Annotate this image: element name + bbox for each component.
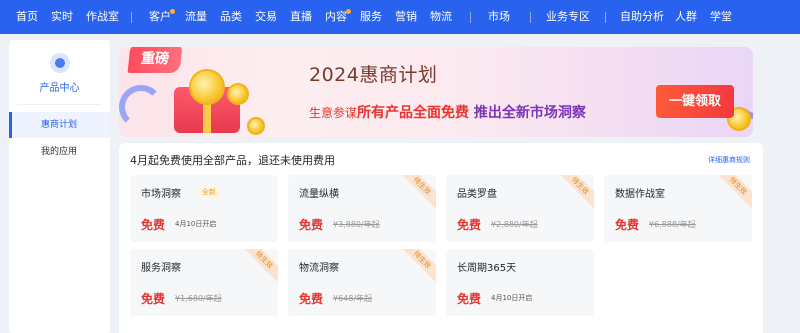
product-name: 数据作战室	[615, 189, 665, 200]
original-price: ¥3,880/年起	[333, 220, 380, 229]
nav-item-realtime[interactable]: 实时	[51, 0, 73, 34]
sidebar-title: 产品中心	[39, 83, 80, 94]
product-card-traffic[interactable]: 待生效 流量纵横 免费 ¥3,880/年起	[288, 175, 436, 242]
new-badge: 全新	[198, 186, 220, 199]
nav-separator	[470, 12, 471, 23]
nav-item-academy[interactable]: 学堂	[710, 0, 732, 34]
nav-item-live[interactable]: 直播	[290, 0, 312, 34]
free-label: 免费	[615, 218, 640, 232]
nav-separator	[530, 12, 531, 23]
banner-subtitle-free: 所有产品全面免费	[357, 105, 470, 121]
claim-all-button[interactable]: 一键领取	[656, 85, 734, 118]
free-label: 免费	[141, 292, 166, 306]
nav-item-trade[interactable]: 交易	[255, 0, 277, 34]
start-date-note: 4月10日开启	[491, 294, 533, 302]
nav-item-logistics[interactable]: 物流	[430, 0, 452, 34]
sidebar-item-benefit-plan[interactable]: 惠商计划	[9, 112, 110, 138]
nav-item-customers[interactable]: 客户	[149, 0, 171, 34]
product-name: 长周期365天	[457, 263, 517, 274]
free-label: 免费	[457, 218, 482, 232]
nav-item-market[interactable]: 市场	[488, 0, 510, 34]
promo-banner: 重磅 2024惠商计划 生意参谋所有产品全面免费 推出全新市场洞察 一键领取	[119, 47, 753, 137]
banner-title: 2024惠商计划	[309, 64, 438, 86]
nav-item-business-zone[interactable]: 业务专区	[546, 0, 590, 34]
nav-item-category[interactable]: 品类	[220, 0, 242, 34]
nav-separator	[605, 12, 606, 23]
nav-item-service[interactable]: 服务	[360, 0, 382, 34]
free-label: 免费	[299, 292, 324, 306]
nav-item-self-analysis[interactable]: 自助分析	[620, 0, 664, 34]
product-name: 流量纵横	[299, 189, 339, 200]
nav-item-war-room[interactable]: 作战室	[86, 0, 119, 34]
product-name: 品类罗盘	[457, 189, 497, 200]
product-center-icon	[50, 53, 70, 73]
product-card-logistics-insight[interactable]: 待生效 物流洞察 免费 ¥648/年起	[288, 249, 436, 316]
product-card-category-compass[interactable]: 待生效 品类罗盘 免费 ¥2,880/年起	[446, 175, 594, 242]
nav-item-traffic[interactable]: 流量	[185, 0, 207, 34]
coin-icon	[247, 117, 265, 135]
free-label: 免费	[299, 218, 324, 232]
pending-corner-badge: 待生效	[555, 175, 594, 211]
product-name: 物流洞察	[299, 263, 339, 274]
rules-link[interactable]: 详细惠商规则	[708, 155, 750, 165]
original-price: ¥1,680/年起	[175, 294, 222, 303]
product-card-service-insight[interactable]: 待生效 服务洞察 免费 ¥1,680/年起	[130, 249, 278, 316]
panel-header: 4月起免费使用全部产品，退还未使用费用	[130, 154, 335, 167]
product-name: 服务洞察	[141, 263, 181, 274]
sidebar-item-my-apps[interactable]: 我的应用	[9, 139, 110, 165]
banner-subtitle-brand: 生意参谋	[309, 106, 358, 120]
nav-separator	[131, 12, 132, 23]
start-date-note: 4月10日开启	[175, 220, 217, 228]
original-price: ¥2,880/年起	[491, 220, 538, 229]
pending-corner-badge: 待生效	[713, 175, 752, 211]
banner-subtitle: 生意参谋所有产品全面免费 推出全新市场洞察	[309, 102, 586, 122]
notification-dot	[170, 9, 175, 14]
pending-corner-badge: 待生效	[397, 175, 436, 211]
nav-item-content[interactable]: 内容	[325, 0, 347, 34]
nav-item-marketing[interactable]: 营销	[395, 0, 417, 34]
pending-corner-badge: 待生效	[239, 249, 278, 285]
top-navigation-bar: 首页 实时 作战室 客户 流量 品类 交易 直播 内容 服务 营销 物流 市场 …	[0, 0, 800, 34]
sidebar-divider	[17, 104, 102, 105]
product-card-market-insight[interactable]: 市场洞察 全新 免费 4月10日开启	[130, 175, 278, 242]
original-price: ¥648/年起	[333, 294, 373, 303]
product-card-data-war-room[interactable]: 待生效 数据作战室 免费 ¥6,888/年起	[604, 175, 752, 242]
coin-icon	[227, 83, 249, 105]
notification-dot	[346, 9, 351, 14]
headline-tag: 重磅	[127, 47, 183, 73]
nav-item-home[interactable]: 首页	[16, 0, 38, 34]
product-card-long-cycle[interactable]: 长周期365天 免费 4月10日开启	[446, 249, 594, 316]
products-panel: 4月起免费使用全部产品，退还未使用费用 详细惠商规则 市场洞察 全新 免费 4月…	[119, 143, 763, 333]
free-label: 免费	[457, 292, 482, 306]
nav-item-audience[interactable]: 人群	[675, 0, 697, 34]
ribbon-decoration	[119, 85, 163, 129]
coin-icon	[189, 69, 225, 105]
sidebar: 产品中心 惠商计划 我的应用	[9, 40, 110, 333]
banner-subtitle-new-market: 推出全新市场洞察	[473, 105, 586, 121]
product-name: 市场洞察	[141, 189, 181, 200]
free-label: 免费	[141, 218, 166, 232]
original-price: ¥6,888/年起	[649, 220, 696, 229]
pending-corner-badge: 待生效	[397, 249, 436, 285]
